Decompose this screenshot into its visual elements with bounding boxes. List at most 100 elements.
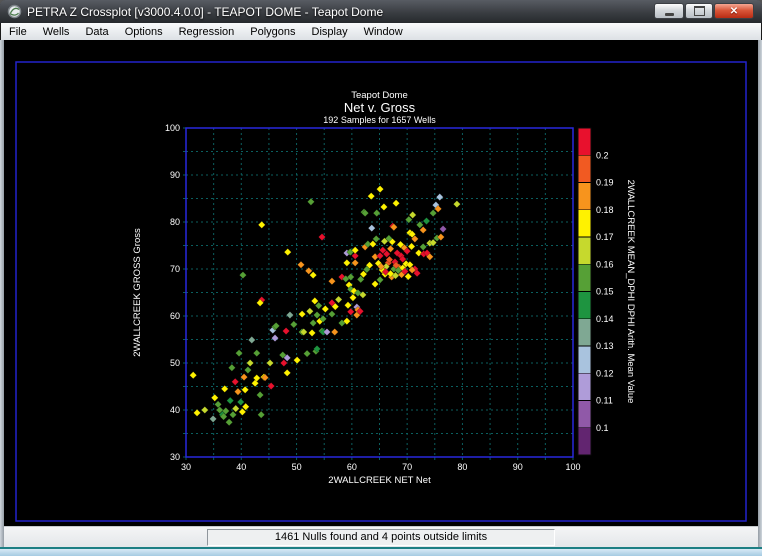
data-point	[343, 259, 350, 266]
crossplot-svg: Teapot DomeNet v. Gross192 Samples for 1…	[4, 40, 758, 526]
y-tick-label: 100	[165, 123, 180, 133]
window-controls: ✕	[654, 3, 754, 19]
chart-caption: 192 Samples for 1657 Wells	[323, 115, 436, 125]
colorbar-segment	[578, 128, 591, 155]
data-point	[232, 405, 239, 412]
close-button[interactable]: ✕	[714, 3, 754, 19]
data-point	[307, 198, 314, 205]
data-point	[247, 359, 254, 366]
data-point	[331, 328, 338, 335]
data-point	[215, 401, 222, 408]
menu-item-regression[interactable]: Regression	[171, 25, 243, 39]
colorbar-segment	[578, 373, 591, 400]
data-point	[328, 278, 335, 285]
data-point	[408, 243, 415, 250]
x-tick-label: 70	[402, 462, 412, 472]
data-point	[440, 226, 447, 233]
y-tick-label: 80	[170, 217, 180, 227]
data-point	[377, 276, 384, 283]
data-point	[372, 281, 379, 288]
data-point	[387, 245, 394, 252]
data-point	[436, 194, 443, 201]
data-point	[335, 296, 342, 303]
colorbar-tick-label: 0.16	[596, 259, 614, 269]
data-point	[420, 243, 427, 250]
minimize-button[interactable]	[654, 3, 684, 19]
colorbar-tick-label: 0.14	[596, 314, 614, 324]
y-tick-label: 30	[170, 452, 180, 462]
y-tick-label: 70	[170, 264, 180, 274]
colorbar-segment	[578, 319, 591, 346]
colorbar-segment	[578, 292, 591, 319]
data-point	[306, 308, 313, 315]
menu-item-data[interactable]: Data	[77, 25, 116, 39]
data-point	[227, 397, 234, 404]
status-message: 1461 Nulls found and 4 points outside li…	[207, 529, 555, 546]
minimize-icon	[665, 13, 674, 16]
data-point	[236, 350, 243, 357]
data-point	[290, 321, 297, 328]
data-point	[368, 225, 375, 232]
window-frame-bottom	[0, 547, 762, 556]
data-point	[234, 388, 241, 395]
data-point	[226, 419, 233, 426]
colorbar-tick-label: 0.19	[596, 178, 614, 188]
colorbar-tick-label: 0.17	[596, 232, 614, 242]
data-point	[380, 203, 387, 210]
maximize-icon	[694, 6, 705, 16]
data-point	[232, 378, 239, 385]
menu-item-file[interactable]: File	[1, 25, 35, 39]
data-point	[430, 210, 437, 217]
colorbar-segment	[578, 401, 591, 428]
menu-item-options[interactable]: Options	[117, 25, 171, 39]
data-point	[257, 391, 264, 398]
data-point	[242, 386, 249, 393]
data-point	[322, 305, 329, 312]
menu-item-polygons[interactable]: Polygons	[242, 25, 303, 39]
y-tick-label: 90	[170, 170, 180, 180]
data-point	[368, 193, 375, 200]
menu-item-wells[interactable]: Wells	[35, 25, 78, 39]
x-tick-label: 100	[565, 462, 580, 472]
x-tick-label: 60	[347, 462, 357, 472]
data-point	[310, 320, 317, 327]
data-point	[244, 367, 251, 374]
data-point	[328, 311, 335, 318]
data-point	[237, 398, 244, 405]
title-bar[interactable]: PETRA Z Crossplot [v3000.4.0.0] - TEAPOT…	[0, 0, 762, 24]
data-point	[309, 329, 316, 336]
window-frame-right	[758, 40, 762, 547]
menu-item-display[interactable]: Display	[304, 25, 356, 39]
data-point	[239, 272, 246, 279]
data-point	[228, 364, 235, 371]
data-point	[297, 261, 304, 268]
data-point	[211, 394, 218, 401]
chart-subtitle: Net v. Gross	[344, 100, 416, 115]
data-point	[258, 411, 265, 418]
maximize-button[interactable]	[685, 3, 713, 19]
x-tick-label: 30	[181, 462, 191, 472]
colorbar-segment	[578, 155, 591, 182]
colorbar-segment	[578, 264, 591, 291]
colorbar-segment	[578, 428, 591, 455]
menu-item-window[interactable]: Window	[356, 25, 411, 39]
data-point	[294, 357, 301, 364]
data-point	[349, 294, 356, 301]
data-point	[284, 369, 291, 376]
data-point	[304, 350, 311, 357]
x-tick-label: 40	[236, 462, 246, 472]
data-point	[313, 312, 320, 319]
close-icon: ✕	[730, 6, 738, 17]
colorbar-tick-label: 0.15	[596, 287, 614, 297]
data-point	[286, 312, 293, 319]
colorbar-segment	[578, 346, 591, 373]
data-point	[271, 335, 278, 342]
colorbar-label: 2WALLCREEK MEAN_DPHI DPHI Arith. Mean Va…	[625, 180, 636, 404]
colorbar-segment	[578, 210, 591, 237]
colorbar-tick-label: 0.13	[596, 341, 614, 351]
data-point	[248, 336, 255, 343]
colorbar-segment	[578, 237, 591, 264]
plot-canvas[interactable]: Teapot DomeNet v. Gross192 Samples for 1…	[4, 40, 758, 526]
status-bar: 1461 Nulls found and 4 points outside li…	[4, 526, 758, 548]
x-tick-label: 50	[292, 462, 302, 472]
